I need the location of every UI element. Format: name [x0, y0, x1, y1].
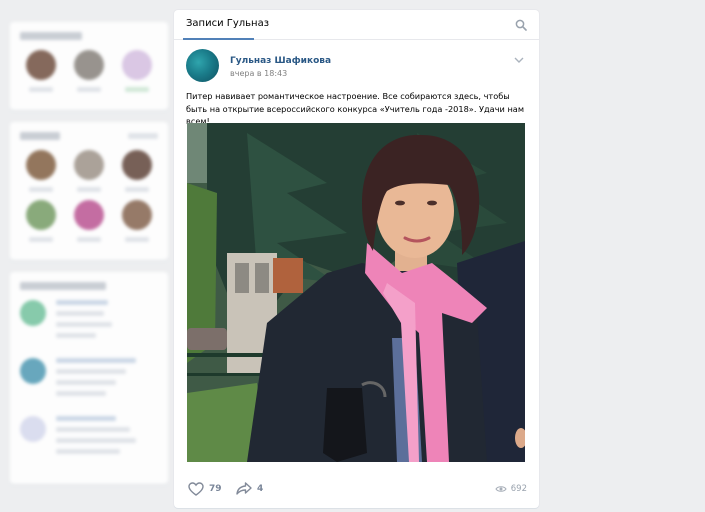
views-count: 692: [510, 484, 527, 494]
group-item[interactable]: [20, 300, 158, 344]
friend-avatar[interactable]: [74, 50, 104, 92]
share-count: 4: [257, 483, 264, 494]
wall-card: Записи Гульназ Гульназ Шафикова вчера в …: [174, 10, 539, 508]
post-header: Гульназ Шафикова вчера в 18:43: [186, 49, 526, 85]
post-text: Питер навивает романтическое настроение.…: [186, 91, 524, 126]
group-item[interactable]: [20, 416, 158, 460]
search-icon[interactable]: [515, 19, 527, 31]
heart-icon: [188, 482, 204, 496]
group-item[interactable]: [20, 358, 158, 402]
friend-avatar[interactable]: [122, 150, 152, 192]
post-actions: 79 4 692: [186, 482, 527, 500]
like-button[interactable]: 79: [188, 482, 222, 496]
groups-block-title: [20, 282, 106, 290]
share-icon: [236, 482, 252, 495]
share-button[interactable]: 4: [236, 482, 263, 495]
tab-active-indicator: [183, 38, 254, 40]
friend-avatar[interactable]: [122, 50, 152, 92]
author-name[interactable]: Гульназ Шафикова: [230, 56, 331, 66]
friend-avatar[interactable]: [26, 150, 56, 192]
friend-avatar[interactable]: [26, 200, 56, 242]
friend-avatar[interactable]: [74, 200, 104, 242]
groups-block: [10, 272, 168, 484]
friend-avatar[interactable]: [74, 150, 104, 192]
author-avatar[interactable]: [186, 49, 219, 82]
post-photo[interactable]: [187, 123, 525, 462]
friends-block-title: [20, 32, 82, 40]
tab-wall-posts[interactable]: Записи Гульназ: [186, 18, 269, 29]
friends-block: [10, 22, 168, 110]
eye-icon: [495, 486, 507, 492]
views-counter: 692: [495, 484, 527, 494]
friends-online-block: [10, 122, 168, 260]
wall-tabs: Записи Гульназ: [174, 10, 539, 40]
post-date[interactable]: вчера в 18:43: [230, 69, 287, 78]
friend-avatar[interactable]: [26, 50, 56, 92]
friend-avatar[interactable]: [122, 200, 152, 242]
like-count: 79: [209, 484, 222, 494]
chevron-down-icon[interactable]: [514, 57, 524, 63]
profile-sidebar: [10, 22, 168, 496]
